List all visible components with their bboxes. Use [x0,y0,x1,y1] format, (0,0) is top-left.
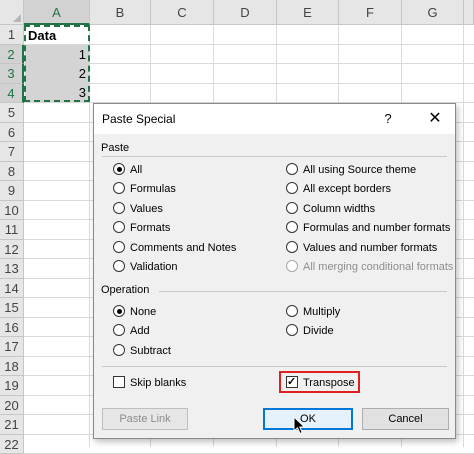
radio-button-icon [286,305,298,317]
radio-button-icon [113,163,125,175]
radio-button-icon [113,221,125,233]
row-header-13[interactable]: 13 [0,259,24,279]
radio-button-icon [286,241,298,253]
column-header-b[interactable]: B [90,0,151,25]
radio-button-icon [113,344,125,356]
paste-section-divider [102,156,447,157]
dialog-title: Paste Special [102,112,175,126]
ok-button[interactable]: OK [263,408,353,430]
row-header-2[interactable]: 2 [0,45,24,65]
select-all-corner[interactable] [0,0,24,25]
row-header-3[interactable]: 3 [0,64,24,84]
column-header-c[interactable]: C [151,0,214,25]
cancel-button[interactable]: Cancel [362,408,449,430]
paste-link-button: Paste Link [102,408,188,430]
row-header-21[interactable]: 21 [0,415,24,435]
radio-button-icon [113,241,125,253]
options-divider [102,366,447,367]
row-header-14[interactable]: 14 [0,279,24,299]
radio-button-icon [286,202,298,214]
radio-button-icon [113,182,125,194]
row-header-9[interactable]: 9 [0,181,24,201]
radio-button-icon [113,324,125,336]
row-header-6[interactable]: 6 [0,123,24,143]
radio-button-icon [113,305,125,317]
radio-button-icon [113,260,125,272]
row-header-22[interactable]: 22 [0,435,24,454]
operation-section-label: Operation [101,284,149,296]
paste-section-label: Paste [101,142,129,154]
radio-button-icon [286,260,298,272]
column-header-f[interactable]: F [339,0,402,25]
help-button[interactable]: ? [379,110,397,128]
row-header-4[interactable]: 4 [0,84,24,104]
column-header-a[interactable]: A [24,0,90,25]
row-header-12[interactable]: 12 [0,240,24,260]
radio-button-icon [113,202,125,214]
row-header-10[interactable]: 10 [0,201,24,221]
dialog-title-bar[interactable]: Paste Special ? ✕ [94,104,455,134]
close-icon[interactable]: ✕ [424,108,446,130]
gridline [24,44,474,45]
column-header-e[interactable]: E [277,0,339,25]
column-header-d[interactable]: D [214,0,277,25]
radio-button-icon [286,221,298,233]
column-header-h[interactable] [464,0,474,25]
row-header-11[interactable]: 11 [0,220,24,240]
row-header-18[interactable]: 18 [0,357,24,377]
row-header-8[interactable]: 8 [0,162,24,182]
row-header-16[interactable]: 16 [0,318,24,338]
row-header-19[interactable]: 19 [0,376,24,396]
row-header-15[interactable]: 15 [0,298,24,318]
column-header-g[interactable]: G [402,0,464,25]
copy-marquee [24,25,90,102]
row-header-7[interactable]: 7 [0,142,24,162]
row-header-17[interactable]: 17 [0,337,24,357]
checkbox-icon [113,376,125,388]
row-header-1[interactable]: 1 [0,25,24,45]
operation-section-divider [159,291,447,292]
radio-button-icon [286,324,298,336]
gridline [24,63,474,64]
gridline [24,83,474,84]
row-header-20[interactable]: 20 [0,396,24,416]
radio-button-icon [286,182,298,194]
mouse-pointer-icon [294,417,306,435]
transpose-highlight-box [279,371,360,393]
row-header-5[interactable]: 5 [0,103,24,123]
radio-button-icon [286,163,298,175]
paste-special-dialog: Paste Special ? ✕ Paste All Formulas Val… [93,103,456,439]
